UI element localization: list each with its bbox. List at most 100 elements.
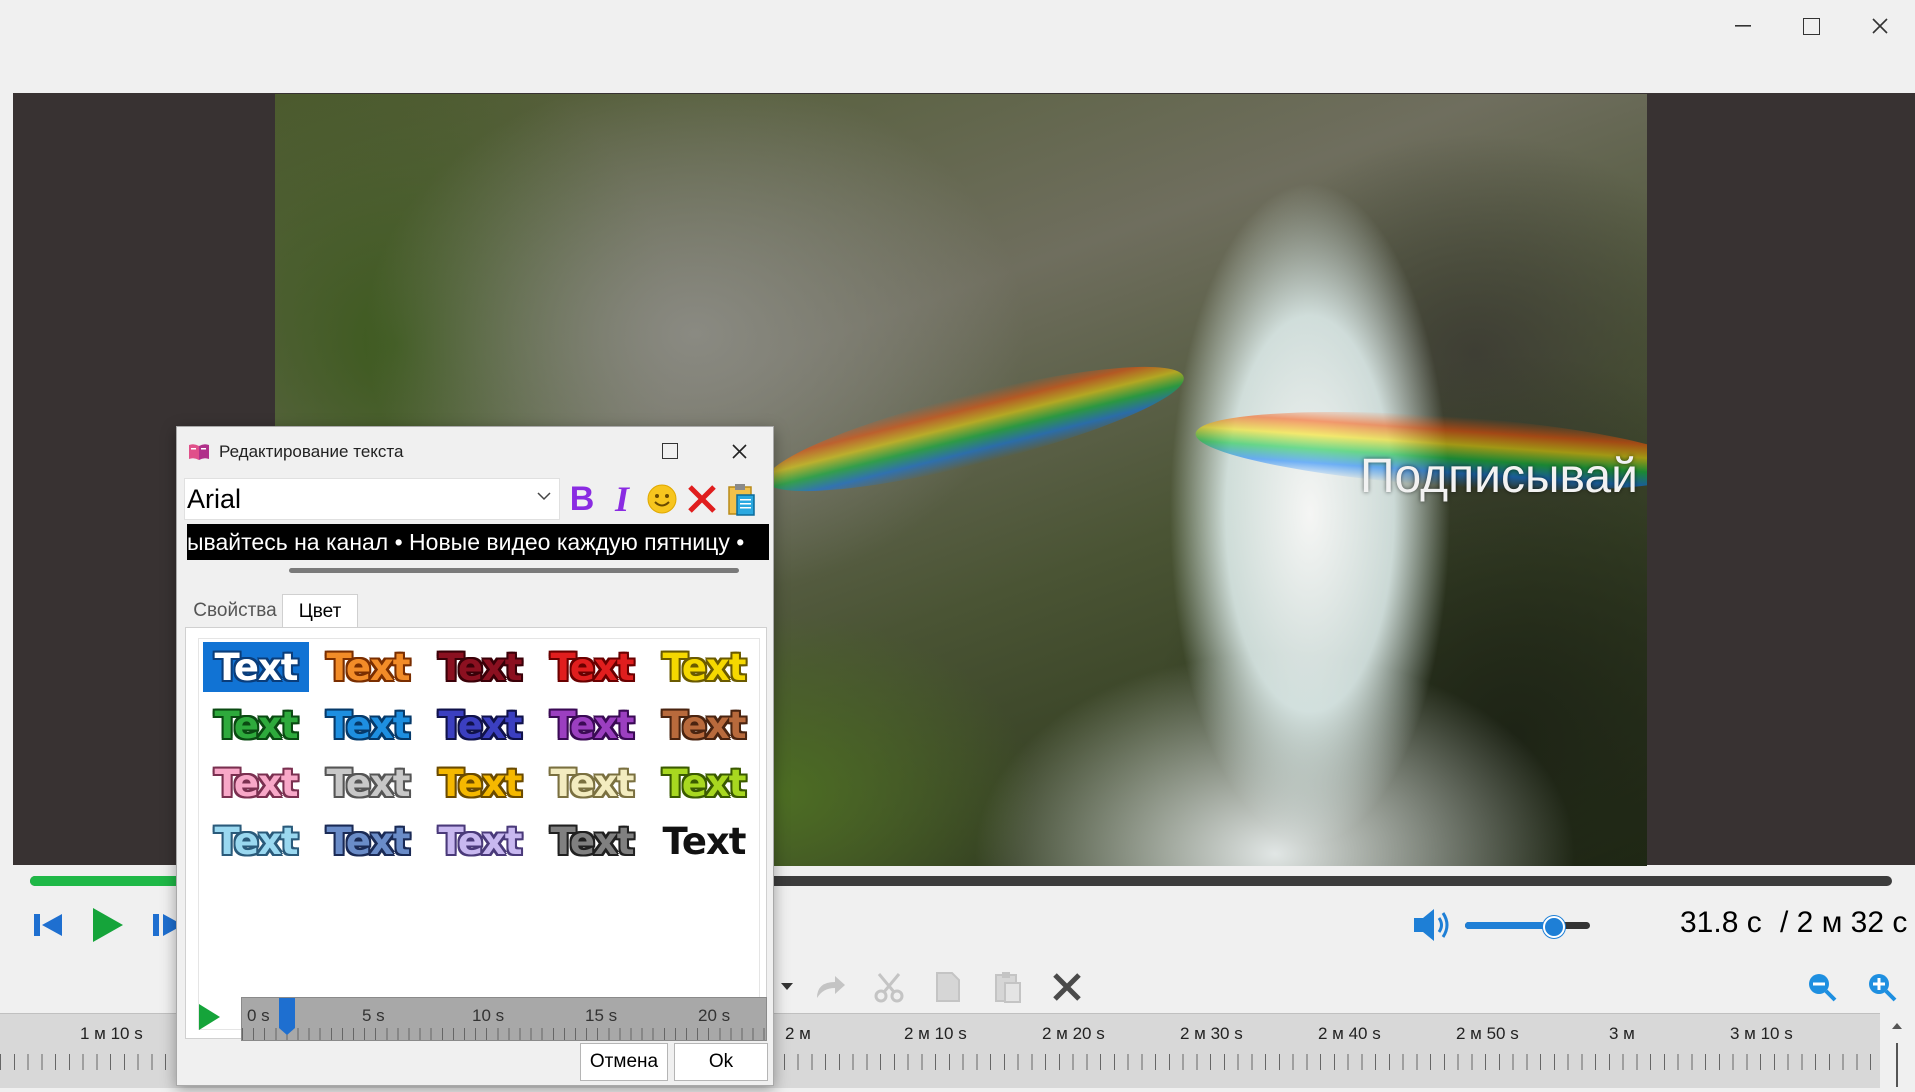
timeline-label: 2 м 50 s [1456,1024,1519,1043]
maximize-button[interactable] [1776,6,1846,46]
timeline-label: 2 м 20 s [1042,1024,1105,1043]
cut-button[interactable] [867,965,911,1009]
dialog-titlebar: Редактирование текста [187,439,403,465]
close-button[interactable] [1845,6,1915,46]
volume-knob[interactable] [1542,916,1565,938]
close-icon [1872,18,1888,34]
speaker-icon [1414,909,1449,941]
preview-timeline-label: 20 s [698,1006,731,1025]
current-time: 31.8 с [1680,906,1762,939]
preview-play-button[interactable] [191,997,227,1037]
timeline-label: 3 м 10 s [1730,1024,1793,1043]
text-style-option[interactable]: Text [539,816,645,866]
zoom-in-button[interactable] [1860,965,1904,1009]
dialog-close-button[interactable] [714,433,764,469]
timeline-label: 2 м 30 s [1180,1024,1243,1043]
text-style-option[interactable]: Text [539,642,645,692]
text-style-option[interactable]: Text [651,758,757,808]
delete-icon [1053,973,1081,1001]
timeline-label: 1 м 10 s [80,1024,143,1043]
play-icon [199,1004,220,1030]
text-style-option[interactable]: Text [427,642,533,692]
total-time: / 2 м 32 с [1780,906,1908,939]
chevron-down-icon [537,492,551,501]
italic-button[interactable]: I [603,479,641,519]
dialog-title: Редактирование текста [219,442,404,461]
step-back-icon [34,914,62,936]
preview-timeline-label: 10 s [472,1006,505,1025]
preview-timeline-label: 5 s [362,1006,385,1025]
maximize-icon [662,443,678,459]
minimize-button[interactable] [1708,6,1778,46]
text-scrollbar[interactable] [289,568,739,573]
copy-icon [936,972,960,1002]
copy-button[interactable] [926,965,970,1009]
text-style-option[interactable]: Text [651,700,757,750]
text-style-option[interactable]: Text [203,816,309,866]
red-x-icon [688,485,716,513]
volume-fill [1465,922,1553,929]
preview-timeline-label: 0 s [247,1006,270,1025]
scroll-up-arrow-icon [1892,1023,1902,1087]
tab-properties[interactable]: Свойства [185,594,285,628]
timeline-label: 3 м [1609,1024,1635,1043]
italic-icon: I [614,479,629,519]
undo-dropdown-button[interactable] [774,965,800,1009]
text-style-option[interactable]: Text [427,816,533,866]
maximize-icon [1802,17,1820,35]
text-style-option[interactable]: Text [539,758,645,808]
text-style-option[interactable]: Text [315,816,421,866]
timeline-label: 2 м 40 s [1318,1024,1381,1043]
paste-button[interactable] [986,965,1030,1009]
preview-timeline[interactable]: 0 s 5 s 10 s 15 s 20 s [241,997,767,1041]
bold-button[interactable]: B [563,479,601,519]
text-style-option[interactable]: Text [315,700,421,750]
playhead-marker[interactable] [277,998,297,1036]
timeline-label: 2 м 10 s [904,1024,967,1043]
redo-icon [817,976,845,998]
text-style-option[interactable]: Text [203,700,309,750]
bold-icon: B [569,479,595,518]
clear-text-button[interactable] [683,479,721,519]
font-value: Arial [187,483,242,514]
color-tab-panel: Text Text Text Text Text Text Text Text Text Text… [185,627,767,1039]
text-input[interactable]: ывайтесь на канал • Новые видео каждую п… [187,524,769,560]
cancel-button[interactable]: Отмена [580,1043,668,1081]
ok-button[interactable]: Ok [674,1043,768,1081]
volume-slider[interactable] [1465,916,1590,938]
dialog-maximize-button[interactable] [645,433,695,469]
prev-frame-button[interactable] [24,900,74,950]
paste-text-button[interactable] [723,479,761,519]
clipboard-icon [728,484,755,516]
zoom-out-button[interactable] [1800,965,1844,1009]
font-select[interactable]: Arial [184,478,560,520]
dropdown-arrow-icon [781,983,793,990]
vertical-scrollbar[interactable] [1880,1013,1915,1087]
video-overlay-text: Подписывай [1360,450,1638,503]
zoom-out-icon [1809,974,1837,1002]
text-style-option[interactable]: Text [203,758,309,808]
text-style-option[interactable]: Text [539,700,645,750]
text-style-option[interactable]: Text [427,700,533,750]
text-input-value: ывайтесь на канал • Новые видео каждую п… [187,529,745,555]
text-edit-dialog: Редактирование текста Arial B I ывайтесь… [176,426,774,1086]
play-icon [93,908,123,942]
text-style-option[interactable]: Text [427,758,533,808]
zoom-in-icon [1869,974,1897,1002]
text-style-option[interactable]: Text [203,642,309,692]
text-style-option[interactable]: Text [651,642,757,692]
close-icon [731,443,747,459]
emoji-button[interactable] [643,479,681,519]
tab-color[interactable]: Цвет [282,594,358,629]
preview-timeline-ticks [242,1028,766,1040]
text-style-option[interactable]: Text [651,816,757,866]
smiley-icon [647,484,677,514]
delete-button[interactable] [1045,965,1089,1009]
volume-button[interactable] [1410,905,1454,945]
window-titlebar [0,0,1915,92]
text-style-option[interactable]: Text [315,642,421,692]
play-button[interactable] [82,900,132,950]
text-style-option[interactable]: Text [315,758,421,808]
text-style-grid: Text Text Text Text Text Text Text Text Text Text… [198,638,760,1030]
redo-button[interactable] [808,965,852,1009]
